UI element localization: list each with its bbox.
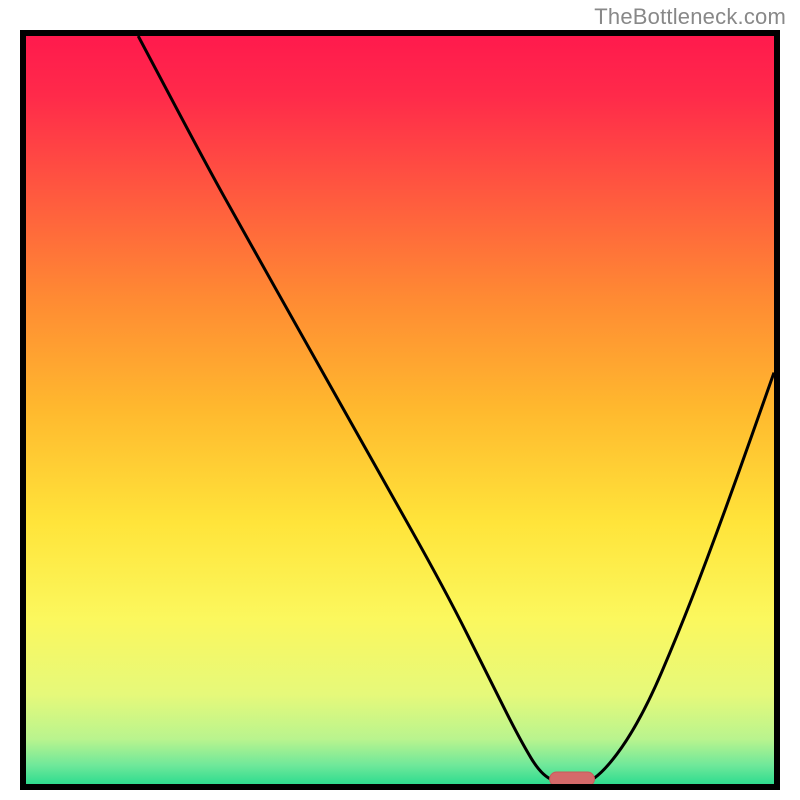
chart-container: { "watermark": "TheBottleneck.com", "col…	[0, 0, 800, 800]
optimal-marker	[550, 772, 595, 784]
chart-plot-area	[20, 30, 780, 790]
watermark-text: TheBottleneck.com	[594, 4, 786, 30]
chart-svg	[26, 36, 774, 784]
